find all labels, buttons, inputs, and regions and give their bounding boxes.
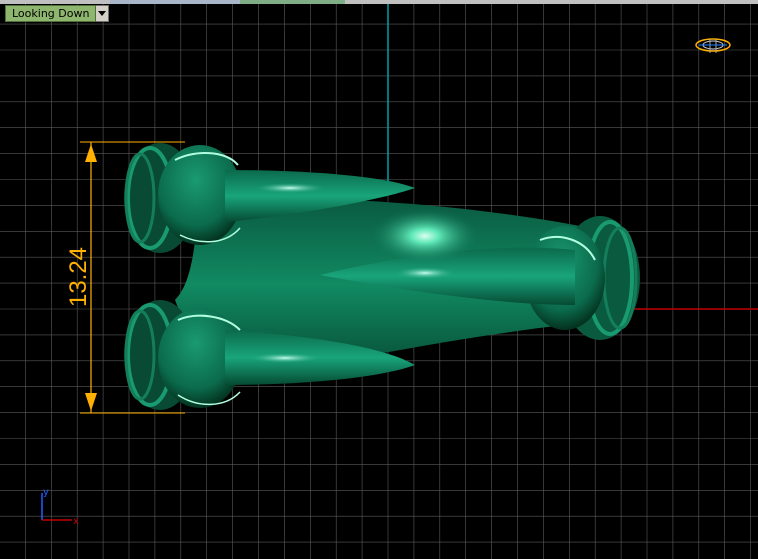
viewport-top[interactable]: 13.24 y x Looking Down: [0, 0, 758, 559]
viewport-canvas: 13.24 y x: [0, 4, 758, 559]
dimension-arrow-bottom: [85, 393, 97, 411]
viewport-title-label[interactable]: Looking Down: [5, 5, 97, 22]
dimension-arrow-top: [85, 144, 97, 162]
chevron-down-icon[interactable]: [96, 5, 110, 22]
axis-indicator-y-label: y: [43, 487, 49, 498]
axis-indicator: y x: [41, 487, 79, 527]
axis-indicator-x-label: x: [73, 516, 79, 527]
dimension-value: 13.24: [65, 247, 92, 307]
green-model: [124, 143, 640, 410]
viewport-title[interactable]: Looking Down: [5, 5, 110, 22]
